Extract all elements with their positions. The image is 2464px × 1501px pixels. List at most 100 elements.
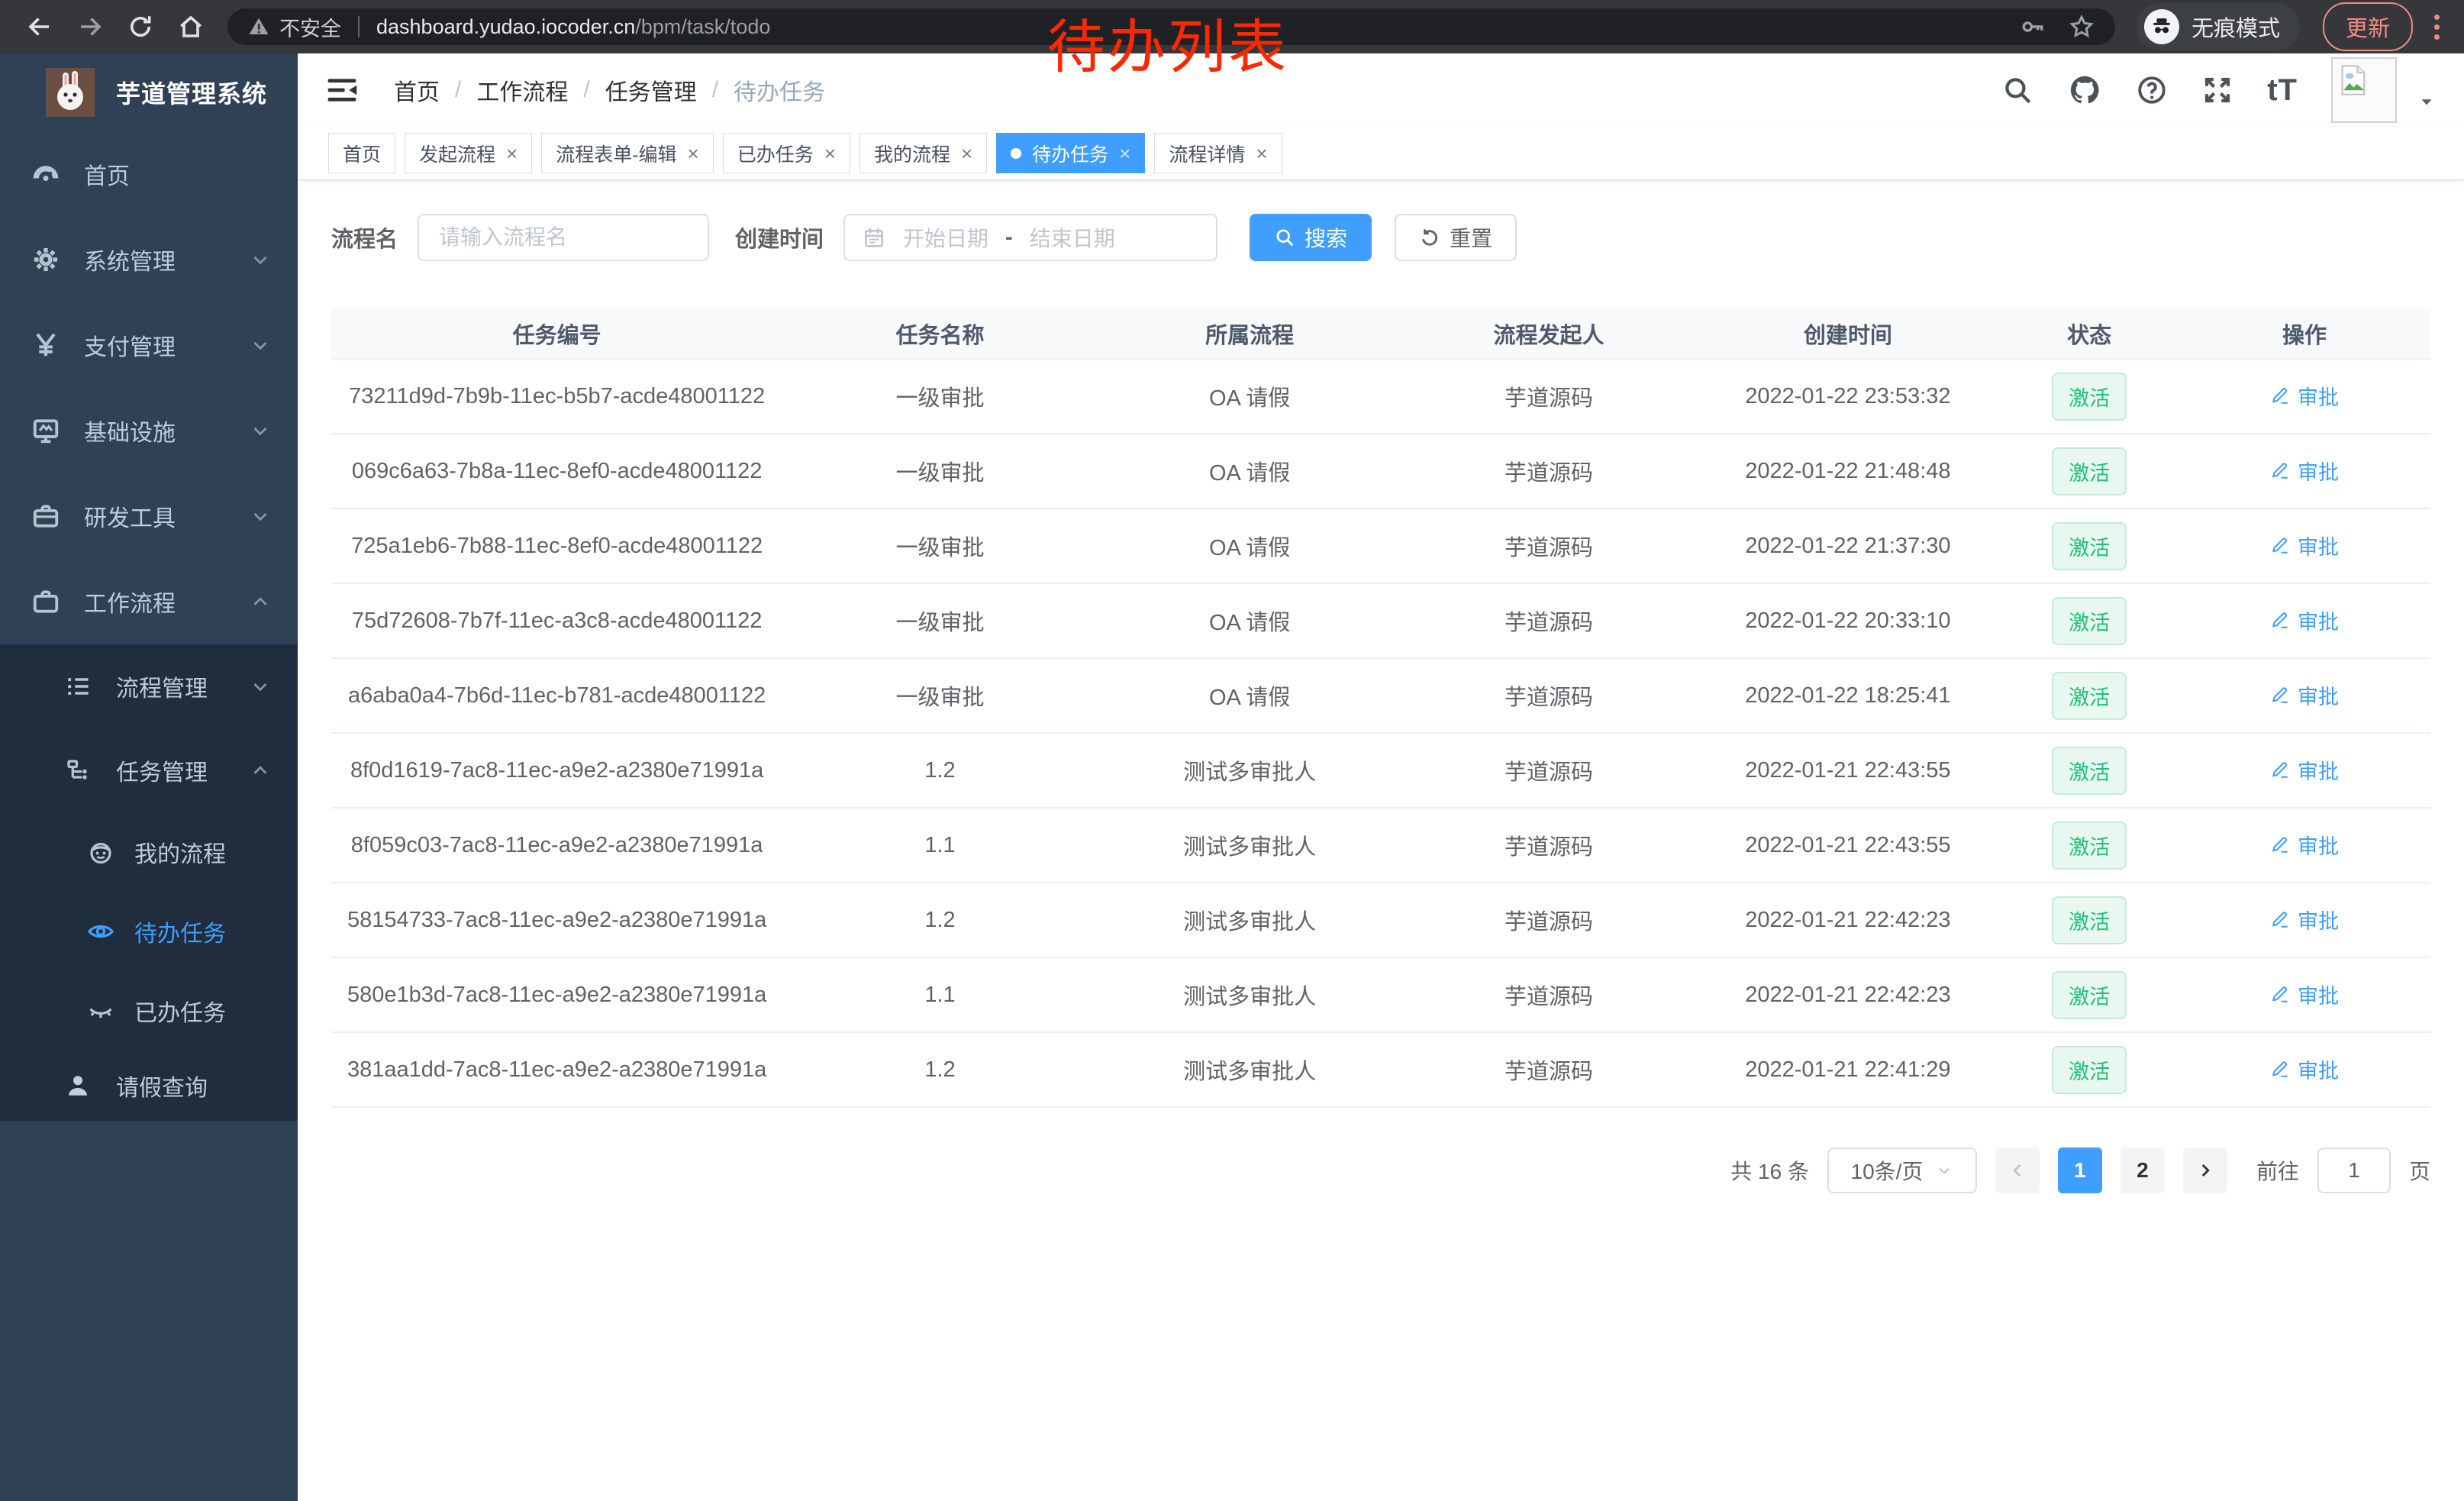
sidebar-item-payment[interactable]: 支付管理	[0, 302, 298, 388]
next-page-button[interactable]	[2183, 1148, 2227, 1193]
sidebar-item-infrastructure[interactable]: 基础设施	[0, 388, 298, 473]
cell-task-id: 58154733-7ac8-11ec-a9e2-a2380e71991a	[331, 883, 782, 957]
breadcrumb-workflow[interactable]: 工作流程	[476, 73, 568, 107]
sidebar-item-home[interactable]: 首页	[0, 131, 298, 217]
sidebar-item-label: 我的流程	[134, 835, 226, 869]
cell-action: 审批	[2179, 808, 2430, 883]
url-host[interactable]: dashboard.yudao.iocoder.cn	[376, 15, 635, 39]
sidebar-item-devtools[interactable]: 研发工具	[0, 473, 298, 559]
browser-menu-kebab-icon[interactable]	[2430, 10, 2444, 44]
calendar-icon	[862, 225, 886, 250]
browser-back-button[interactable]	[20, 7, 60, 47]
tab-item[interactable]: 流程表单-编辑 ×	[541, 133, 714, 173]
bookmark-star-icon[interactable]	[2068, 13, 2095, 40]
sidebar-item-my-process[interactable]: 我的流程	[0, 812, 298, 892]
sidebar-collapse-button[interactable]	[325, 72, 362, 108]
github-link-button[interactable]	[2067, 73, 2102, 108]
approve-link[interactable]: 审批	[2270, 980, 2339, 1009]
sidebar-item-todo-tasks[interactable]: 待办任务	[0, 892, 298, 971]
tab-close-icon[interactable]: ×	[1256, 144, 1267, 163]
table-row: 8f0d1619-7ac8-11ec-a9e2-a2380e71991a 1.2…	[331, 733, 2430, 808]
col-initiator: 流程发起人	[1402, 308, 1696, 359]
breadcrumb-home[interactable]: 首页	[394, 73, 440, 107]
tab-label: 待办任务	[1032, 140, 1108, 167]
end-date-placeholder[interactable]: 结束日期	[1030, 222, 1115, 253]
sidebar-item-leave-query[interactable]: 请假查询	[0, 1051, 298, 1121]
table-row: 58154733-7ac8-11ec-a9e2-a2380e71991a 1.2…	[331, 883, 2430, 957]
approve-link-label: 审批	[2298, 531, 2339, 560]
process-name-label: 流程名	[331, 221, 398, 253]
reset-button[interactable]: 重置	[1395, 214, 1517, 261]
tab-item[interactable]: 发起流程 ×	[405, 133, 532, 173]
header-search-button[interactable]	[2001, 74, 2033, 106]
browser-forward-button[interactable]	[70, 7, 110, 47]
address-bar[interactable]: 不安全 dashboard.yudao.iocoder.cn/bpm/task/…	[227, 8, 2115, 45]
date-range-picker[interactable]: 开始日期 - 结束日期	[843, 214, 1217, 261]
help-button[interactable]	[2136, 74, 2168, 106]
fullscreen-button[interactable]	[2201, 74, 2233, 106]
user-menu-caret-icon[interactable]	[2417, 92, 2437, 111]
sidebar-item-label: 工作流程	[84, 585, 176, 618]
browser-update-button[interactable]: 更新	[2323, 2, 2413, 51]
sidebar-item-process-management[interactable]: 流程管理	[0, 644, 298, 728]
approve-link[interactable]: 审批	[2270, 381, 2339, 411]
approve-link[interactable]: 审批	[2270, 605, 2339, 635]
col-task-id: 任务编号	[331, 308, 782, 359]
browser-reload-button[interactable]	[121, 7, 160, 47]
tab-item[interactable]: 已办任务 ×	[723, 133, 850, 173]
font-size-button[interactable]: tT	[2267, 73, 2298, 108]
tab-label: 流程详情	[1169, 140, 1245, 167]
fullscreen-icon	[2201, 74, 2233, 106]
cell-process: 测试多审批人	[1098, 957, 1402, 1032]
home-icon	[177, 13, 205, 40]
sidebar-item-task-management[interactable]: 任务管理	[0, 728, 298, 812]
edit-pencil-icon	[2270, 834, 2290, 854]
page-button-1[interactable]: 1	[2058, 1148, 2102, 1193]
cell-status: 激活	[2000, 434, 2179, 508]
url-path: /bpm/task/todo	[635, 15, 770, 39]
tab-item[interactable]: 待办任务 ×	[996, 133, 1145, 173]
process-name-input[interactable]	[418, 214, 709, 261]
saved-password-key-icon[interactable]	[2019, 14, 2045, 40]
approve-link[interactable]: 审批	[2270, 1054, 2339, 1084]
sidebar-item-system[interactable]: 系统管理	[0, 217, 298, 302]
sidebar-logo-row[interactable]: 芋道管理系统	[0, 53, 298, 131]
cell-process: OA 请假	[1098, 658, 1402, 733]
sidebar-item-workflow[interactable]: 工作流程	[0, 559, 298, 644]
tab-item[interactable]: 首页	[328, 133, 395, 173]
approve-link[interactable]: 审批	[2270, 456, 2339, 486]
breadcrumb-task-management[interactable]: 任务管理	[605, 73, 697, 107]
approve-link[interactable]: 审批	[2270, 531, 2339, 560]
col-task-name: 任务名称	[782, 308, 1098, 359]
tab-close-icon[interactable]: ×	[1119, 144, 1130, 163]
tab-close-icon[interactable]: ×	[688, 144, 699, 163]
cell-action: 审批	[2179, 883, 2430, 957]
page-button-2[interactable]: 2	[2121, 1148, 2165, 1193]
tab-close-icon[interactable]: ×	[506, 144, 518, 163]
page-size-select[interactable]: 10条/页	[1827, 1148, 1977, 1193]
workflow-briefcase-icon	[31, 587, 61, 616]
cell-created: 2022-01-22 21:48:48	[1696, 434, 2001, 508]
tab-item[interactable]: 流程详情 ×	[1154, 133, 1282, 173]
cell-initiator: 芋道源码	[1402, 957, 1696, 1032]
list-icon	[63, 673, 93, 700]
tab-item[interactable]: 我的流程 ×	[859, 133, 987, 173]
tab-close-icon[interactable]: ×	[961, 144, 972, 163]
sidebar-item-done-tasks[interactable]: 已办任务	[0, 971, 298, 1051]
search-button[interactable]: 搜索	[1250, 214, 1372, 261]
goto-page-input[interactable]	[2317, 1148, 2391, 1193]
start-date-placeholder[interactable]: 开始日期	[903, 222, 989, 253]
user-avatar[interactable]	[2331, 57, 2397, 123]
approve-link[interactable]: 审批	[2270, 755, 2339, 785]
tab-close-icon[interactable]: ×	[824, 144, 836, 163]
browser-home-button[interactable]	[171, 7, 211, 47]
cell-action: 审批	[2179, 434, 2430, 508]
edit-pencil-icon	[2270, 1059, 2290, 1079]
cell-created: 2022-01-22 21:37:30	[1696, 508, 2001, 583]
approve-link[interactable]: 审批	[2270, 680, 2339, 710]
approve-link[interactable]: 审批	[2270, 905, 2339, 934]
prev-page-button[interactable]	[1995, 1148, 2040, 1193]
security-label[interactable]: 不安全	[279, 12, 341, 42]
cell-created: 2022-01-21 22:41:29	[1696, 1032, 2001, 1107]
approve-link[interactable]: 审批	[2270, 830, 2339, 860]
